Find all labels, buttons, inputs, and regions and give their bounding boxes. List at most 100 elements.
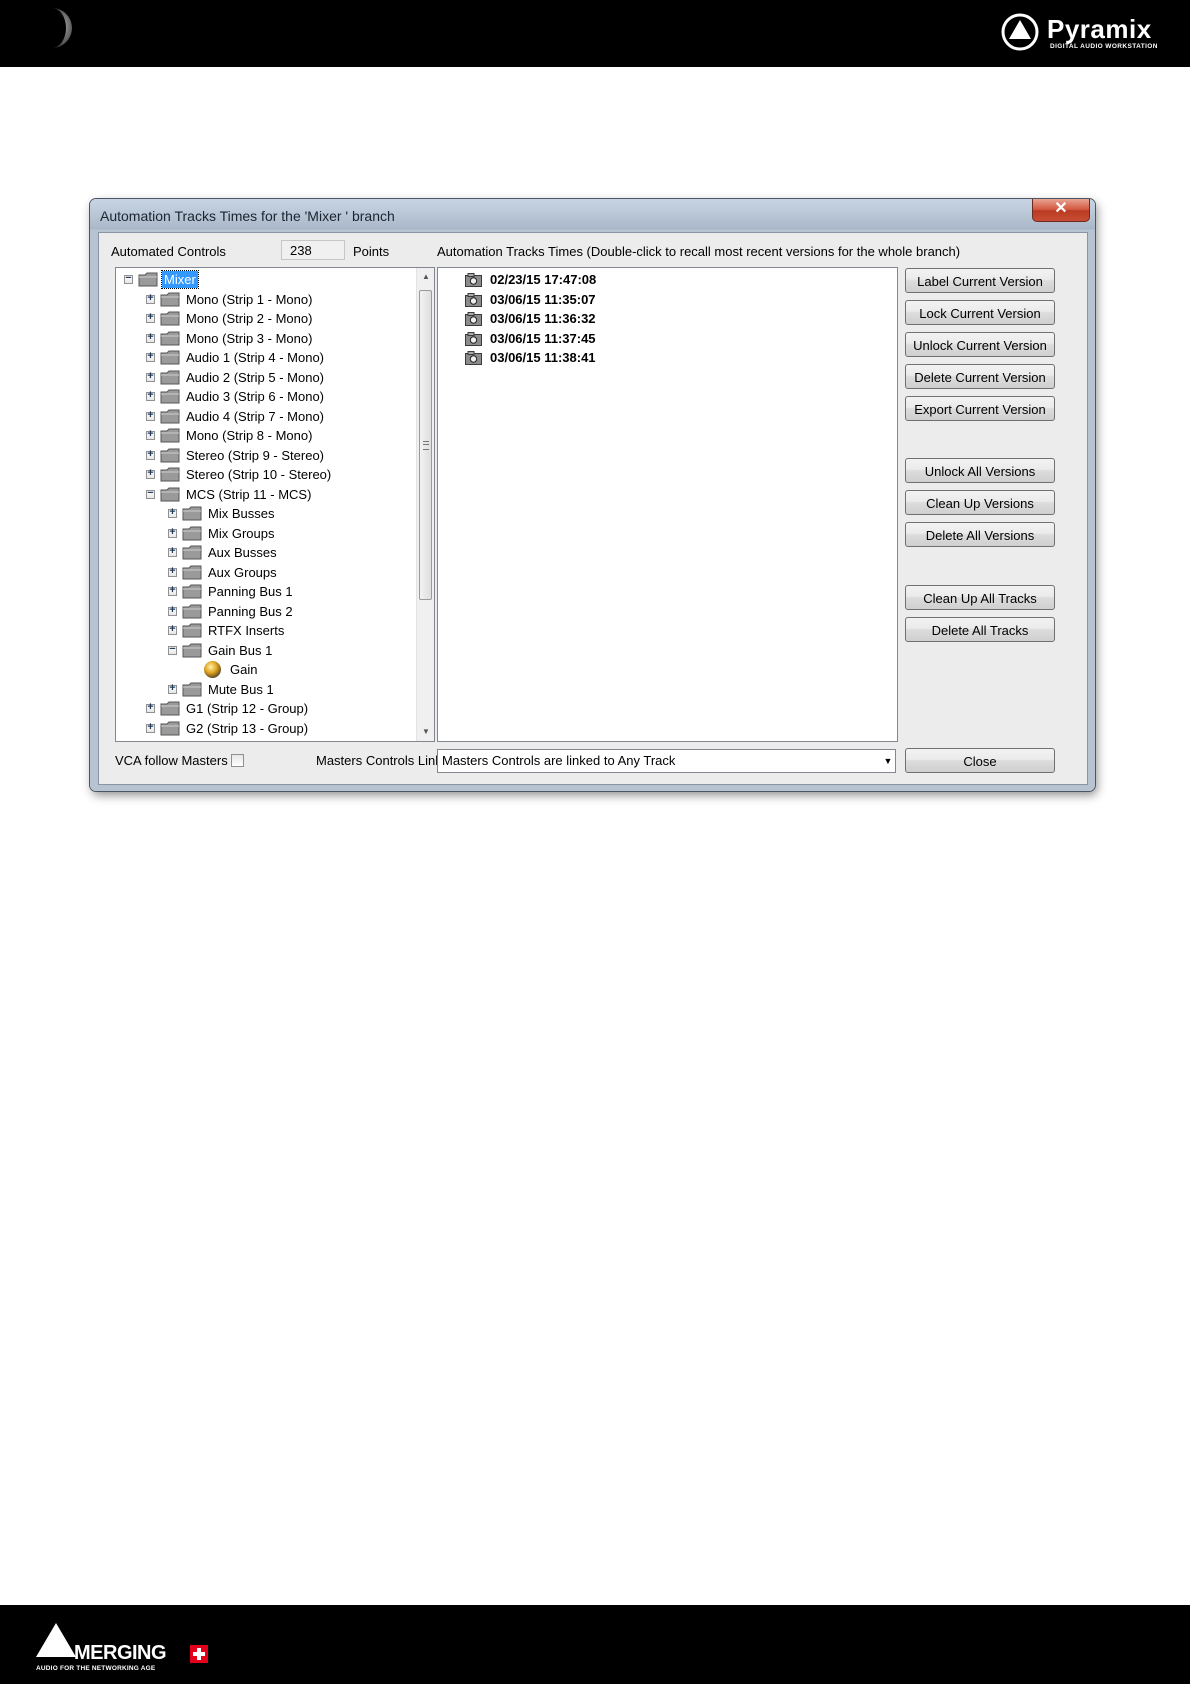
camera-icon xyxy=(465,312,482,326)
expand-icon[interactable]: + xyxy=(146,721,155,733)
tree-item[interactable]: + Aux Groups xyxy=(116,563,416,582)
delete-all-versions-button[interactable]: Delete All Versions xyxy=(905,522,1055,547)
tree-item[interactable]: + Mono (Strip 3 - Mono) xyxy=(116,329,416,348)
clean-up-all-tracks-button[interactable]: Clean Up All Tracks xyxy=(905,585,1055,610)
expand-icon[interactable]: + xyxy=(168,506,177,518)
expand-icon[interactable]: + xyxy=(146,409,155,421)
version-item[interactable]: 03/06/15 11:36:32 xyxy=(438,309,878,328)
tree-item[interactable]: + Audio 4 (Strip 7 - Mono) xyxy=(116,407,416,426)
expand-icon[interactable]: + xyxy=(146,428,155,440)
close-button[interactable]: Close xyxy=(905,748,1055,773)
tree-item-label: Audio 3 (Strip 6 - Mono) xyxy=(186,389,325,404)
scroll-down-icon[interactable]: ▼ xyxy=(417,723,434,741)
expand-icon[interactable]: + xyxy=(146,311,155,323)
folder-icon xyxy=(138,272,158,287)
collapse-icon[interactable]: − xyxy=(168,643,177,655)
tree-item[interactable]: + G1 (Strip 12 - Group) xyxy=(116,699,416,718)
tree-item[interactable]: + Stereo (Strip 9 - Stereo) xyxy=(116,446,416,465)
folder-icon xyxy=(182,604,202,619)
tree-item[interactable]: + Mix Groups xyxy=(116,524,416,543)
tree-item-label: Gain xyxy=(230,662,258,677)
folder-icon xyxy=(182,682,202,697)
delete-current-version-button[interactable]: Delete Current Version xyxy=(905,364,1055,389)
expand-icon[interactable]: + xyxy=(168,545,177,557)
automated-controls-label: Automated Controls xyxy=(111,244,226,259)
tree-item[interactable]: + Audio 2 (Strip 5 - Mono) xyxy=(116,368,416,387)
scroll-thumb[interactable] xyxy=(419,290,432,600)
tree-item[interactable]: + Mono (Strip 8 - Mono) xyxy=(116,426,416,445)
masters-controls-link-value: Masters Controls are linked to Any Track xyxy=(442,753,676,768)
tree-item-label: Mono (Strip 8 - Mono) xyxy=(186,428,313,443)
version-item[interactable]: 02/23/15 17:47:08 xyxy=(438,270,878,289)
folder-icon xyxy=(160,331,180,346)
tree-item-label: Audio 1 (Strip 4 - Mono) xyxy=(186,350,325,365)
tree-item-label: Panning Bus 1 xyxy=(208,584,293,599)
unlock-all-versions-button[interactable]: Unlock All Versions xyxy=(905,458,1055,483)
versions-list[interactable]: 02/23/15 17:47:08 03/06/15 11:35:07 03/06/… xyxy=(437,267,898,742)
folder-icon xyxy=(160,448,180,463)
folder-icon xyxy=(182,643,202,658)
folder-icon xyxy=(160,311,180,326)
vca-follow-masters-checkbox[interactable] xyxy=(231,754,244,767)
unlock-current-version-button[interactable]: Unlock Current Version xyxy=(905,332,1055,357)
tree-item[interactable]: + Mute Bus 1 xyxy=(116,680,416,699)
expand-icon[interactable]: + xyxy=(146,350,155,362)
export-current-version-button[interactable]: Export Current Version xyxy=(905,396,1055,421)
dropdown-arrow-icon[interactable]: ▼ xyxy=(879,750,893,772)
collapse-icon[interactable]: − xyxy=(146,487,155,499)
pyramix-brand: Pyramix DIGITAL AUDIO WORKSTATION xyxy=(1000,12,1176,58)
scroll-up-icon[interactable]: ▲ xyxy=(417,268,434,286)
tree-item[interactable]: + Mono (Strip 2 - Mono) xyxy=(116,309,416,328)
label-current-version-button[interactable]: Label Current Version xyxy=(905,268,1055,293)
tree-item[interactable]: + Audio 1 (Strip 4 - Mono) xyxy=(116,348,416,367)
tree-item[interactable]: − MCS (Strip 11 - MCS) xyxy=(116,485,416,504)
folder-icon xyxy=(182,506,202,521)
tree-item[interactable]: + Aux Busses xyxy=(116,543,416,562)
tree-item-label: Stereo (Strip 10 - Stereo) xyxy=(186,467,332,482)
expand-icon[interactable]: + xyxy=(146,701,155,713)
tree-item[interactable]: + Mix Busses xyxy=(116,504,416,523)
version-item[interactable]: 03/06/15 11:38:41 xyxy=(438,348,878,367)
expand-icon[interactable]: + xyxy=(168,604,177,616)
expand-icon[interactable]: + xyxy=(168,584,177,596)
tree-item[interactable]: Gain xyxy=(116,660,416,679)
version-item[interactable]: 03/06/15 11:35:07 xyxy=(438,290,878,309)
controls-tree[interactable]: − Mixer + Mono (Strip 1 - Mono) + Mono (Strip… xyxy=(115,267,435,742)
clean-up-versions-button[interactable]: Clean Up Versions xyxy=(905,490,1055,515)
expand-icon[interactable]: + xyxy=(168,565,177,577)
collapse-icon[interactable]: − xyxy=(124,272,133,284)
folder-icon xyxy=(182,623,202,638)
expand-icon[interactable]: + xyxy=(168,526,177,538)
tree-item[interactable]: + Stereo (Strip 10 - Stereo) xyxy=(116,465,416,484)
delete-all-tracks-button[interactable]: Delete All Tracks xyxy=(905,617,1055,642)
close-icon[interactable]: ✕ xyxy=(1032,199,1090,222)
masters-controls-link-select[interactable]: Masters Controls are linked to Any Track… xyxy=(437,749,896,773)
folder-icon xyxy=(182,526,202,541)
expand-icon[interactable]: + xyxy=(146,467,155,479)
version-item[interactable]: 03/06/15 11:37:45 xyxy=(438,329,878,348)
expand-icon[interactable]: + xyxy=(168,682,177,694)
expand-icon[interactable]: + xyxy=(146,370,155,382)
tree-scrollbar[interactable]: ▲ ▼ xyxy=(416,268,434,741)
points-count: 238 xyxy=(281,240,345,260)
folder-icon xyxy=(182,545,202,560)
camera-icon xyxy=(465,351,482,365)
tree-item[interactable]: + Mono (Strip 1 - Mono) xyxy=(116,290,416,309)
tree-item[interactable]: + Audio 3 (Strip 6 - Mono) xyxy=(116,387,416,406)
tree-item[interactable]: + RTFX Inserts xyxy=(116,621,416,640)
tree-items: − Mixer + Mono (Strip 1 - Mono) + Mono (Strip… xyxy=(116,268,416,741)
tree-item-label: Mono (Strip 3 - Mono) xyxy=(186,330,313,346)
expand-icon[interactable]: + xyxy=(146,448,155,460)
expand-icon[interactable]: + xyxy=(146,331,155,343)
tree-item[interactable]: + Panning Bus 2 xyxy=(116,602,416,621)
brand-name: Pyramix xyxy=(1047,14,1152,44)
expand-icon[interactable]: + xyxy=(146,389,155,401)
expand-icon[interactable]: + xyxy=(168,623,177,635)
tree-item[interactable]: − Gain Bus 1 xyxy=(116,641,416,660)
lock-current-version-button[interactable]: Lock Current Version xyxy=(905,300,1055,325)
folder-icon xyxy=(160,487,180,502)
tree-item[interactable]: − Mixer xyxy=(116,270,416,289)
tree-item[interactable]: + G2 (Strip 13 - Group) xyxy=(116,719,416,738)
tree-item[interactable]: + Panning Bus 1 xyxy=(116,582,416,601)
expand-icon[interactable]: + xyxy=(146,292,155,304)
